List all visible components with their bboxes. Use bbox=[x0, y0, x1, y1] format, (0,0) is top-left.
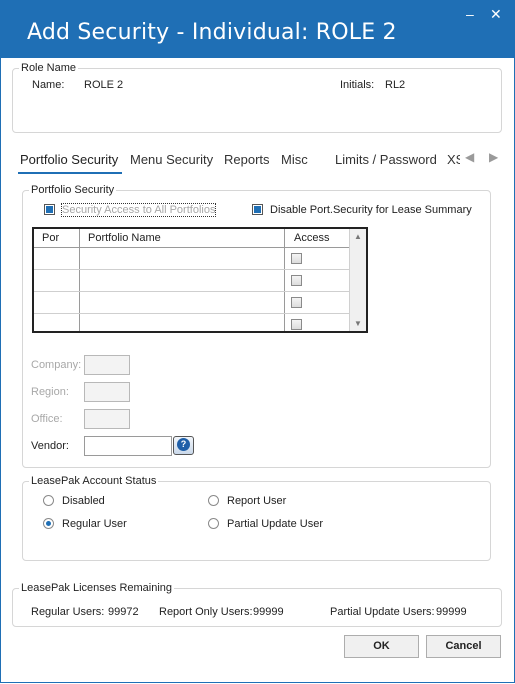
close-button[interactable]: ✕ bbox=[490, 6, 502, 23]
portfolio-grid[interactable]: Por Portfolio Name Access ▲ ▼ bbox=[32, 227, 368, 333]
vendor-field[interactable] bbox=[84, 436, 172, 456]
regular-user-radio[interactable] bbox=[43, 518, 54, 529]
scroll-down-icon[interactable]: ▼ bbox=[354, 319, 362, 328]
office-label: Office: bbox=[31, 413, 63, 425]
disabled-radio-label[interactable]: Disabled bbox=[62, 495, 105, 507]
access-checkbox[interactable] bbox=[291, 253, 302, 264]
tab-xs[interactable]: XS bbox=[447, 152, 460, 167]
disable-port-security-checkbox[interactable] bbox=[252, 204, 263, 215]
question-icon: ? bbox=[177, 438, 190, 451]
initials-value: RL2 bbox=[385, 79, 406, 91]
tab-menu-security[interactable]: Menu Security bbox=[130, 152, 213, 167]
company-label: Company: bbox=[31, 359, 82, 371]
regular-user-radio-label[interactable]: Regular User bbox=[62, 518, 127, 530]
partial-update-user-radio-label[interactable]: Partial Update User bbox=[227, 518, 323, 530]
licenses-legend: LeasePak Licenses Remaining bbox=[19, 582, 175, 594]
report-user-radio-label[interactable]: Report User bbox=[227, 495, 286, 507]
name-value: ROLE 2 bbox=[84, 79, 124, 91]
window-title: Add Security - Individual: ROLE 2 bbox=[27, 20, 397, 45]
tab-portfolio-security[interactable]: Portfolio Security bbox=[20, 152, 118, 167]
column-header-portfolio-name[interactable]: Portfolio Name bbox=[88, 232, 161, 244]
vendor-label: Vendor: bbox=[31, 440, 69, 452]
role-name-group bbox=[12, 68, 502, 133]
tab-limits-password[interactable]: Limits / Password bbox=[335, 152, 437, 167]
tab-reports[interactable]: Reports bbox=[224, 152, 270, 167]
portfolio-security-legend: Portfolio Security bbox=[29, 184, 117, 196]
access-checkbox[interactable] bbox=[291, 319, 302, 330]
tab-scroll-right-icon[interactable]: ▶ bbox=[489, 150, 498, 164]
tab-misc[interactable]: Misc bbox=[281, 152, 308, 167]
report-only-users-value: 99999 bbox=[253, 606, 284, 618]
company-field bbox=[84, 355, 130, 375]
table-row[interactable] bbox=[34, 292, 352, 313]
grid-scrollbar[interactable]: ▲ ▼ bbox=[349, 229, 366, 331]
minimize-button[interactable]: – bbox=[466, 6, 474, 22]
partial-update-users-value: 99999 bbox=[436, 606, 467, 618]
account-status-legend: LeasePak Account Status bbox=[29, 475, 159, 487]
table-row[interactable] bbox=[34, 248, 352, 269]
access-checkbox[interactable] bbox=[291, 275, 302, 286]
disable-port-security-label[interactable]: Disable Port.Security for Lease Summary bbox=[270, 204, 472, 216]
regular-users-value: 99972 bbox=[108, 606, 139, 618]
table-row[interactable] bbox=[34, 314, 352, 331]
region-field bbox=[84, 382, 130, 402]
partial-update-user-radio[interactable] bbox=[208, 518, 219, 529]
column-header-access[interactable]: Access bbox=[294, 232, 329, 244]
initials-label: Initials: bbox=[340, 79, 375, 91]
ok-button[interactable]: OK bbox=[344, 635, 419, 658]
name-label: Name: bbox=[32, 79, 65, 91]
disabled-radio[interactable] bbox=[43, 495, 54, 506]
partial-update-users-label: Partial Update Users: bbox=[330, 606, 435, 618]
access-all-portfolios-label[interactable]: Security Access to All Portfolios bbox=[60, 203, 217, 217]
office-field bbox=[84, 409, 130, 429]
table-row[interactable] bbox=[34, 270, 352, 291]
active-tab-indicator bbox=[18, 172, 122, 174]
column-header-por[interactable]: Por bbox=[42, 232, 59, 244]
title-bar: Add Security - Individual: ROLE 2 – ✕ bbox=[0, 0, 515, 58]
access-all-portfolios-checkbox[interactable] bbox=[44, 204, 55, 215]
cancel-button[interactable]: Cancel bbox=[426, 635, 501, 658]
report-only-users-label: Report Only Users: bbox=[159, 606, 253, 618]
vendor-lookup-button[interactable]: ? bbox=[173, 436, 194, 455]
access-checkbox[interactable] bbox=[291, 297, 302, 308]
report-user-radio[interactable] bbox=[208, 495, 219, 506]
regular-users-label: Regular Users: bbox=[31, 606, 105, 618]
scroll-up-icon[interactable]: ▲ bbox=[354, 232, 362, 241]
region-label: Region: bbox=[31, 386, 69, 398]
tab-scroll-left-icon[interactable]: ◀ bbox=[465, 150, 474, 164]
role-name-legend: Role Name bbox=[19, 62, 79, 74]
